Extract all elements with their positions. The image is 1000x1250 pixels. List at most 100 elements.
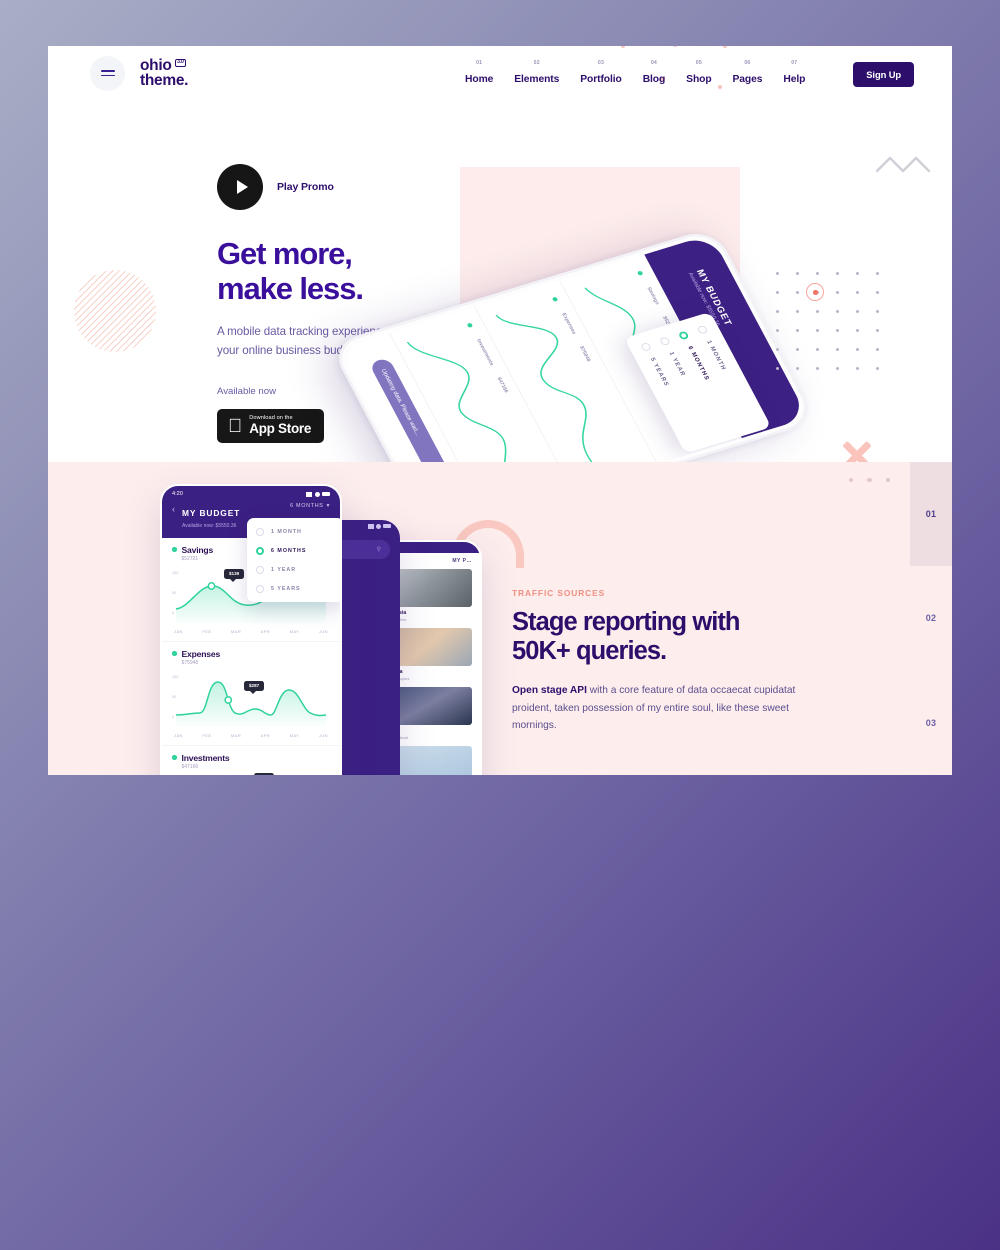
chart-tooltip: $410 — [254, 772, 275, 775]
section-name: Investments — [181, 752, 230, 763]
section-title-line1: Stage reporting with — [512, 608, 740, 636]
dropdown-option[interactable]: 1 MONTH — [247, 522, 340, 541]
nav-num: 06 — [744, 59, 751, 66]
decor-dot — [621, 46, 626, 48]
logo-line1: ohio — [140, 56, 172, 74]
traffic-sources-copy: TRAFFIC SOURCES Stage reporting with 50K… — [512, 588, 812, 735]
nav-item-portfolio[interactable]: 03 Portfolio — [580, 59, 622, 87]
dropdown-option[interactable]: 1 YEAR — [247, 560, 340, 579]
month-label: JAN — [174, 732, 183, 738]
expenses-chart: 100 50 0 $287 — [172, 669, 330, 731]
budget-title: MY BUDGET — [182, 508, 241, 518]
radio-icon — [256, 527, 264, 536]
signup-button[interactable]: Sign Up — [853, 61, 914, 87]
decor-dot — [718, 84, 723, 89]
nav-item-blog[interactable]: 04 Blog — [642, 59, 666, 87]
status-dot-icon — [172, 755, 177, 760]
pagination-item-03[interactable]: 03 — [910, 671, 952, 775]
month-label: FEB — [202, 628, 212, 634]
vertical-pagination: 01 02 03 — [910, 462, 952, 775]
hamburger-bars — [100, 67, 115, 79]
month-label: APR — [260, 628, 271, 634]
nav-label: Help — [783, 73, 806, 85]
radio-icon — [640, 342, 653, 352]
chart-tooltip: $139 — [224, 568, 245, 582]
period-selector[interactable]: 6 MONTHS ▾ — [290, 503, 330, 509]
site-header: ohio 3.0 theme. 01 Home 02 Elements 03 P… — [48, 46, 952, 100]
budget-phone-mockup: 4:20 ‹ MY BUDGET Available now: $5550.36… — [160, 484, 342, 775]
option-label: 5 YEARS — [271, 585, 301, 592]
radio-icon — [256, 565, 264, 574]
nav-item-help[interactable]: 07 Help — [783, 60, 805, 87]
nav-label: Blog — [642, 73, 666, 85]
striped-circle-decoration — [74, 270, 156, 352]
nav-num: 07 — [791, 59, 798, 66]
section-name: Expenses — [181, 648, 221, 659]
pagination-item-01[interactable]: 01 — [910, 462, 952, 567]
budget-subtitle: Available now: $5550.36 — [182, 522, 237, 529]
dot-grid-decoration — [776, 272, 896, 386]
search-icon[interactable]: ⚲ — [377, 546, 381, 553]
chevron-left-icon[interactable]: ‹ — [172, 505, 175, 514]
nav-num: 03 — [597, 59, 605, 66]
dropdown-option-selected[interactable]: 6 MONTHS — [247, 541, 340, 560]
decor-dot — [723, 46, 728, 48]
site-logo[interactable]: ohio 3.0 theme. — [140, 56, 189, 89]
main-nav: 01 Home 02 Elements 03 Portfolio 04 Blog… — [465, 46, 914, 89]
nav-item-elements[interactable]: 02 Elements — [514, 60, 559, 87]
dots-decoration — [848, 478, 890, 483]
option-label: 1 MONTH — [271, 528, 302, 535]
play-promo[interactable]: Play Promo — [217, 164, 427, 210]
period-dropdown[interactable]: 1 MONTH 6 MONTHS 1 YEAR 5 YEARS — [247, 518, 340, 602]
budget-section-investments: Investments $47166 100 $410 — [162, 746, 340, 775]
nav-num: 04 — [650, 59, 658, 66]
month-label: JAN — [174, 628, 183, 634]
chart-tooltip: $287 — [244, 680, 265, 694]
play-icon[interactable] — [217, 164, 263, 210]
month-label: APR — [260, 732, 271, 738]
pagination-item-02[interactable]: 02 — [910, 566, 952, 670]
nav-item-home[interactable]: 01 Home — [465, 60, 493, 87]
nav-num: 01 — [476, 59, 483, 66]
hamburger-icon[interactable] — [90, 55, 125, 91]
radio-icon — [658, 336, 671, 347]
logo-version-badge: 3.0 — [174, 58, 187, 68]
traffic-sources-section: ☰ MY P… Micronesia South Caroline Domini… — [48, 462, 952, 775]
battery-icon — [322, 492, 330, 496]
month-label: FEB — [202, 732, 212, 738]
nav-item-shop[interactable]: 05 Shop — [686, 60, 711, 87]
cross-decoration — [840, 438, 874, 462]
nav-label: Home — [465, 73, 494, 85]
play-promo-label: Play Promo — [277, 181, 334, 193]
nav-num: 02 — [533, 59, 540, 66]
investments-chart: 100 $410 — [172, 772, 330, 775]
hero-section: Play Promo Get more, make less. A mobile… — [48, 100, 952, 462]
budget-section-expenses: Expenses $75948 100 50 0 $287 JAN FEB MA… — [162, 642, 340, 746]
nav-item-pages[interactable]: 06 Pages — [733, 60, 763, 87]
status-time: 4:20 — [172, 491, 183, 497]
month-label: MAY — [289, 732, 300, 738]
dropdown-option[interactable]: 5 YEARS — [247, 579, 340, 598]
apple-icon:  — [228, 416, 242, 435]
status-bar: 4:20 — [172, 491, 330, 497]
nav-label: Elements — [514, 73, 560, 85]
app-store-button[interactable]:  Download on the App Store — [217, 409, 325, 444]
section-value: $75948 — [181, 659, 199, 666]
period-selector-label: 6 MONTHS — [290, 503, 324, 509]
status-dot-icon — [172, 547, 177, 552]
radio-icon — [677, 330, 690, 341]
month-label: MAR — [231, 628, 242, 634]
decor-dot — [673, 46, 678, 47]
logo-line2: theme. — [140, 72, 189, 89]
hero-title-line1: Get more, — [217, 236, 353, 271]
section-body-bold: Open stage API — [512, 685, 587, 697]
budget-phone-topbar: 4:20 ‹ MY BUDGET Available now: $5550.36… — [162, 486, 340, 602]
hero-phone-screen: MY BUDGET Available now: $5550.36 Saving… — [337, 234, 809, 462]
target-ring-decoration — [806, 283, 824, 301]
wifi-icon — [314, 491, 320, 497]
nav-label: Pages — [732, 73, 763, 85]
section-title: Stage reporting with 50K+ queries. — [512, 608, 812, 666]
status-icons — [306, 491, 330, 497]
signal-icon — [306, 491, 312, 497]
radio-icon — [256, 584, 264, 593]
